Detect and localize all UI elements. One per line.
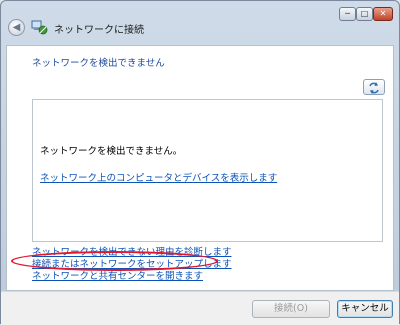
refresh-icon	[369, 82, 379, 94]
no-network-message: ネットワークを検出できません。	[40, 146, 183, 157]
network-list-panel: ネットワークを検出できません。 ネットワーク上のコンピュータとデバイスを表示しま…	[32, 99, 383, 242]
window-title: ネットワークに接続	[54, 25, 144, 36]
connect-to-network-window: ◀ ネットワークに接続 ─ □ ✕ ネットワークを検出できません ネットワークを…	[0, 0, 400, 325]
cancel-button[interactable]: キャンセル	[337, 300, 393, 318]
network-icon	[31, 20, 48, 35]
connect-button[interactable]: 接続(O)	[252, 300, 330, 318]
back-arrow-icon[interactable]: ◀	[8, 19, 25, 36]
minimize-button[interactable]: ─	[339, 7, 356, 21]
refresh-button[interactable]	[363, 79, 385, 95]
main-content: ネットワークを検出できません ネットワークを検出できません。 ネットワーク上のコ…	[6, 45, 394, 291]
page-heading: ネットワークを検出できません	[32, 58, 165, 69]
close-button[interactable]: ✕	[373, 7, 393, 21]
maximize-button[interactable]: □	[356, 7, 373, 21]
highlight-ellipse	[11, 251, 218, 271]
title-bar: ◀ ネットワークに接続 ─ □ ✕	[1, 1, 399, 45]
view-computers-link[interactable]: ネットワーク上のコンピュータとデバイスを表示します	[40, 170, 277, 184]
dialog-footer: 接続(O) キャンセル	[1, 291, 399, 325]
